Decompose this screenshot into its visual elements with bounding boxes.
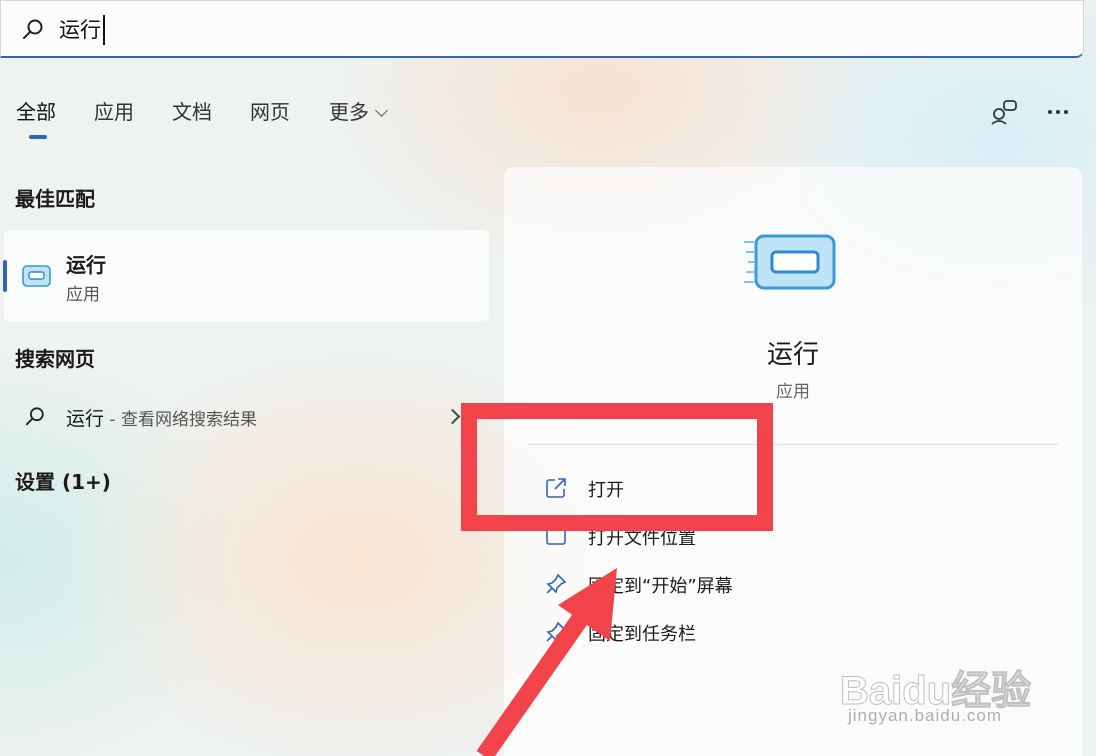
search-bar[interactable]: 运行 (0, 0, 1084, 58)
action-open[interactable]: 打开 (540, 470, 1040, 506)
section-best-match-title: 最佳匹配 (15, 187, 95, 211)
action-open-file-location[interactable]: 打开文件位置 (540, 518, 1040, 554)
people-feedback-icon[interactable] (988, 96, 1020, 128)
text-caret (103, 15, 105, 45)
open-external-icon (546, 478, 566, 498)
run-app-icon-large (744, 234, 836, 290)
action-pin-to-taskbar[interactable]: 固定到任务栏 (540, 614, 1040, 650)
action-open-label: 打开 (588, 480, 624, 501)
search-input[interactable]: 运行 (59, 16, 101, 44)
selection-accent (3, 260, 7, 292)
tab-web[interactable]: 网页 (250, 96, 290, 128)
tab-more[interactable]: 更多 (329, 96, 388, 128)
tab-all[interactable]: 全部 (16, 96, 56, 128)
best-match-type: 应用 (66, 285, 100, 305)
action-pin-to-start[interactable]: 固定到“开始”屏幕 (540, 566, 1040, 602)
run-app-icon (22, 265, 51, 287)
more-options-icon[interactable] (1042, 96, 1074, 128)
pin-icon (546, 621, 567, 642)
tab-more-label: 更多 (329, 100, 369, 124)
best-match-name: 运行 (66, 253, 106, 277)
pin-icon (546, 573, 567, 594)
tab-documents[interactable]: 文档 (172, 96, 212, 128)
web-search-suffix: - 查看网络搜索结果 (104, 410, 257, 430)
section-settings-title[interactable]: 设置 (1+) (15, 466, 111, 495)
active-tab-indicator (29, 135, 47, 139)
folder-icon (546, 527, 566, 545)
details-app-name: 运行 (766, 340, 819, 370)
search-icon (23, 19, 43, 39)
web-search-text: 运行 - 查看网络搜索结果 (66, 404, 257, 431)
action-pin-to-taskbar-label: 固定到任务栏 (588, 624, 696, 645)
search-icon (25, 407, 44, 426)
chevron-down-icon (375, 104, 388, 117)
web-search-query: 运行 (66, 408, 105, 430)
action-open-file-location-label: 打开文件位置 (588, 528, 696, 549)
details-app-type: 应用 (776, 382, 810, 402)
action-pin-to-start-label: 固定到“开始”屏幕 (588, 576, 733, 597)
divider (528, 444, 1058, 445)
tab-apps[interactable]: 应用 (94, 96, 134, 128)
